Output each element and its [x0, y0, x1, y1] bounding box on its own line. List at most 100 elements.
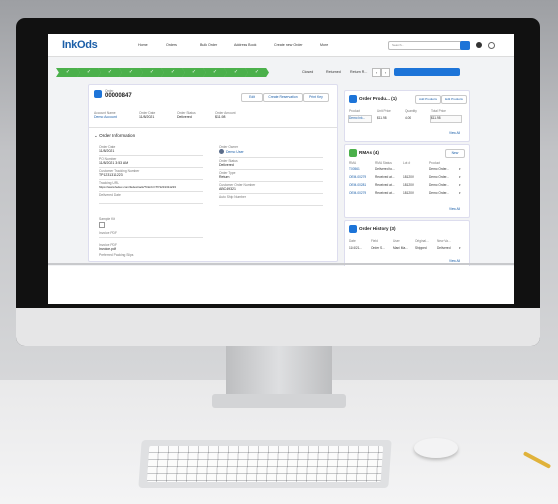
- path-stage-9[interactable]: ✓: [224, 68, 248, 77]
- path-status-closed[interactable]: Closed: [302, 70, 313, 74]
- rma-row-3-product: Demo Order...: [429, 183, 450, 187]
- products-icon: [349, 95, 357, 103]
- row-menu-icon[interactable]: ▾: [459, 175, 461, 179]
- top-nav: InkOds Home Orders Bulk Order Address Bo…: [48, 34, 514, 57]
- tracking-url-value[interactable]: https://www.fedex.com/fedextrack/?trknbr…: [99, 185, 176, 189]
- nav-item-address-book[interactable]: Address Book: [234, 43, 256, 47]
- col-product: Product: [429, 161, 440, 165]
- row-menu-icon[interactable]: ▾: [459, 183, 461, 187]
- path-stage-5[interactable]: ✓: [140, 68, 164, 77]
- products-view-all[interactable]: View All: [449, 131, 460, 135]
- product-name[interactable]: Demo Ink...: [349, 116, 365, 120]
- col-total-price: Total Price: [431, 109, 446, 113]
- new-rma-button[interactable]: New: [445, 149, 465, 158]
- rma-row-4-product: Demo Order...: [429, 191, 450, 195]
- nav-item-create-order[interactable]: Create new Order: [274, 43, 303, 47]
- app-logo[interactable]: InkOds: [62, 39, 98, 51]
- edit-products-button[interactable]: Edit Products: [441, 95, 467, 104]
- customer-order-value: ABC49321: [219, 187, 236, 191]
- col-unit-price: Unit Price: [377, 109, 391, 113]
- divider: [219, 205, 323, 206]
- history-user: Mani Ma...: [393, 246, 408, 250]
- history-icon: [349, 225, 357, 233]
- monitor-stand-neck: [226, 346, 332, 398]
- order-record-card: Order 00000847 Edit Create Reservation P…: [88, 84, 338, 262]
- divider: [219, 169, 323, 170]
- notifications-icon[interactable]: [476, 42, 482, 48]
- order-owner-value[interactable]: Demo User: [226, 150, 244, 154]
- path-status-returned[interactable]: Returned: [326, 70, 341, 74]
- rma-row-2-product: Demo Order...: [429, 175, 450, 179]
- edit-button[interactable]: Edit: [241, 93, 263, 102]
- mark-status-button[interactable]: [394, 68, 460, 76]
- nav-item-home[interactable]: Home: [138, 43, 148, 47]
- monitor-chin: [16, 308, 540, 346]
- rmas-title[interactable]: RMAs (4): [359, 150, 379, 155]
- path-stage-6[interactable]: ✓: [161, 68, 185, 77]
- create-reservation-button[interactable]: Create Reservation: [263, 93, 303, 102]
- col-field: Field: [371, 239, 378, 243]
- rma-row-3-id[interactable]: OEM-00281: [349, 183, 366, 187]
- row-menu-icon[interactable]: ▾: [459, 191, 461, 195]
- path-status-return[interactable]: Return R...: [350, 70, 367, 74]
- history-new-value: Delivered: [437, 246, 451, 250]
- user-avatar-icon[interactable]: [488, 42, 495, 49]
- path-stage-2[interactable]: ✓: [77, 68, 101, 77]
- rma-row-2-id[interactable]: OEM-00279: [349, 175, 366, 179]
- sample-kit-checkbox[interactable]: [99, 222, 105, 228]
- section-title: Order Information: [99, 133, 136, 138]
- path-stage-7[interactable]: ✓: [182, 68, 206, 77]
- po-number-value: 11/8/2021 3:53 AM: [99, 161, 129, 165]
- rmas-card: RMAs (4) New RMA RMA Status Lot # Produc…: [344, 144, 470, 218]
- row-menu-icon[interactable]: ▾: [459, 167, 461, 171]
- path-stage-3[interactable]: ✓: [98, 68, 122, 77]
- keyboard-keys: [146, 446, 384, 482]
- col-quantity: Quantity: [405, 109, 417, 113]
- path-stage-1[interactable]: ✓: [56, 68, 80, 77]
- product-unit-price: $11.98: [377, 116, 387, 120]
- path-next-button[interactable]: ›: [381, 68, 390, 77]
- nav-item-orders[interactable]: Orders: [166, 43, 177, 47]
- order-type-value: Return: [219, 175, 230, 179]
- divider: [99, 155, 203, 156]
- history-title[interactable]: Order History (3): [359, 226, 396, 231]
- rma-row-1-id[interactable]: T00561: [349, 167, 360, 171]
- path-prev-button[interactable]: ‹: [372, 68, 381, 77]
- rma-row-4-status: Received at...: [375, 191, 395, 195]
- invoice-pdf-value[interactable]: Invoice.pdf: [99, 247, 116, 251]
- search-button[interactable]: [460, 41, 470, 50]
- rma-row-2-lot: 18120V: [403, 175, 414, 179]
- rma-row-3-lot: 18120V: [403, 183, 414, 187]
- products-title[interactable]: Order Produ... (1): [359, 96, 397, 101]
- divider: [89, 127, 337, 128]
- search-input[interactable]: Search...: [388, 41, 470, 50]
- nav-item-bulk-order[interactable]: Bulk Order: [200, 43, 217, 47]
- order-history-card: Order History (3) Date Field User Origin…: [344, 220, 470, 268]
- divider: [99, 167, 203, 168]
- order-information-header[interactable]: ⌄ Order Information: [94, 133, 135, 139]
- order-amount-value: $11.98: [215, 115, 226, 119]
- invoice-pdf-label: Invoice PDF: [99, 231, 117, 235]
- order-date-value: 11/8/2021: [139, 115, 155, 119]
- search-placeholder: Search...: [392, 43, 405, 47]
- divider: [219, 181, 323, 182]
- monitor-stand-base: [212, 394, 346, 408]
- order-path: ✓ ✓ ✓ ✓ ✓ ✓ ✓ ✓ ✓ ✓: [56, 68, 272, 77]
- rma-row-4-id[interactable]: OEM-00279: [349, 191, 366, 195]
- rmas-view-all[interactable]: View All: [449, 207, 460, 211]
- nav-item-more[interactable]: More: [320, 43, 328, 47]
- rma-row-3-status: Received at...: [375, 183, 395, 187]
- account-name-value[interactable]: Demo Account: [94, 115, 117, 119]
- horizontal-scrollbar[interactable]: [48, 263, 514, 265]
- row-menu-icon[interactable]: ▾: [459, 246, 461, 250]
- order-number: 00000847: [105, 93, 132, 99]
- print-key-button[interactable]: Print Key: [303, 93, 329, 102]
- path-stage-8[interactable]: ✓: [203, 68, 227, 77]
- divider: [219, 157, 323, 158]
- path-stage-10[interactable]: ✓: [245, 68, 269, 77]
- page-footer-area: [48, 266, 514, 304]
- history-field: Order S...: [371, 246, 385, 250]
- divider: [99, 237, 203, 238]
- add-products-button[interactable]: Add Products: [415, 95, 441, 104]
- path-stage-4[interactable]: ✓: [119, 68, 143, 77]
